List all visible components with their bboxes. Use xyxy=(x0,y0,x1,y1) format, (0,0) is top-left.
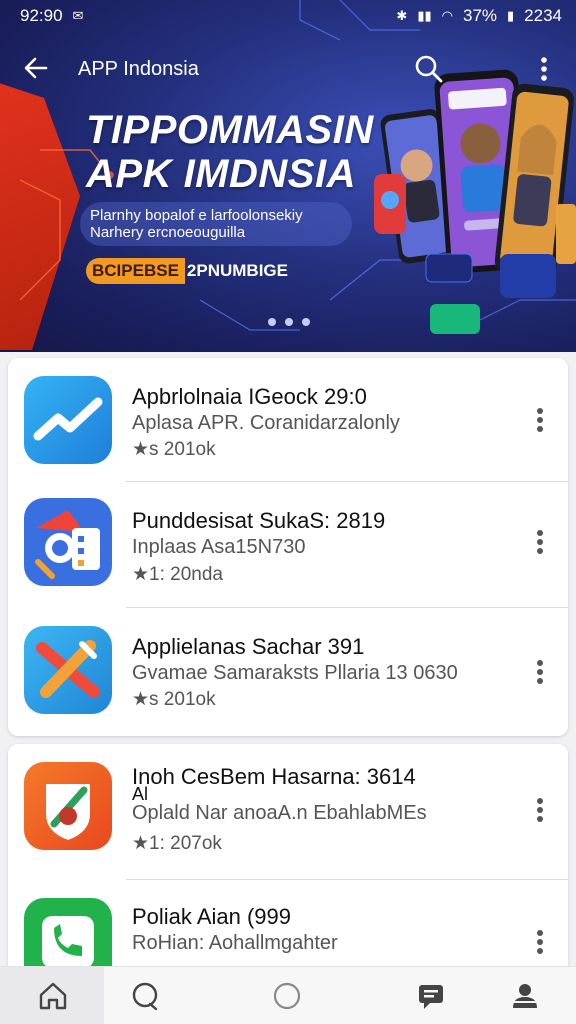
hero-headline: TIPPOMMASIN APK IMDNSIA xyxy=(86,108,374,196)
hero-headline-line1: TIPPOMMASIN xyxy=(86,108,374,152)
shield-icon xyxy=(24,762,112,850)
message-icon[interactable] xyxy=(414,979,448,1013)
app-list-item[interactable]: Poliak Aian (999 RoHian: Aohallmgahter xyxy=(8,880,568,986)
app-name: Punddesisat SukaS: 2819 xyxy=(132,508,386,533)
app-description: RoHian: Aohallmgahter xyxy=(132,932,338,954)
item-more-icon[interactable] xyxy=(530,658,550,688)
more-options-icon[interactable] xyxy=(532,54,556,84)
app-rating: ★1: 207ok xyxy=(132,833,222,854)
carousel-dot[interactable] xyxy=(302,318,310,326)
hero-promo[interactable]: BCIPEBSE 2PNUMBIGE xyxy=(86,258,288,284)
search-icon[interactable] xyxy=(412,52,446,86)
status-bar: 92:90 ✉ ✱ ▮▮ ◠ 37% ▮ 2234 xyxy=(0,0,576,32)
signal-icon: ▮▮ xyxy=(417,8,432,23)
app-list-item[interactable]: Punddesisat SukaS: 2819 Inplaas Asa15N73… xyxy=(8,482,568,608)
item-more-icon[interactable] xyxy=(530,796,550,826)
item-more-icon[interactable] xyxy=(530,406,550,436)
hero-description-pill: Plarnhy bopalof e larfoolonsekiy Narhery… xyxy=(80,202,352,246)
app-rating: ★s 201ok xyxy=(132,689,216,710)
circle-icon[interactable] xyxy=(270,979,304,1013)
app-list-item[interactable]: Applielanas Sachar 391 Gvamae Samaraksts… xyxy=(8,608,568,736)
status-time: 92:90 xyxy=(20,6,63,25)
status-clock: 2234 xyxy=(524,6,562,25)
profile-icon[interactable] xyxy=(508,979,542,1013)
app-description: Gvamae Samaraksts Pllaria 13 0630 xyxy=(132,662,458,684)
carousel-dot[interactable] xyxy=(268,318,276,326)
app-description: Aplasa APR. Coranidarzalonly xyxy=(132,412,400,434)
promo-text: 2PNUMBIGE xyxy=(186,261,288,280)
app-rating: ★s 201ok xyxy=(132,439,216,460)
app-description: Inplaas Asa15N730 xyxy=(132,536,306,558)
wifi-icon: ◠ xyxy=(441,8,453,23)
pencil-icon xyxy=(24,626,112,714)
app-list-item[interactable]: Apbrlolnaia IGeock 29:0 Aplasa APR. Cora… xyxy=(8,358,568,482)
app-rating: ★1: 20nda xyxy=(132,564,223,585)
back-arrow-icon[interactable] xyxy=(20,52,52,84)
battery-icon: ▮ xyxy=(507,8,515,23)
tools-icon xyxy=(24,498,112,586)
carousel-dot[interactable] xyxy=(285,318,293,326)
item-more-icon[interactable] xyxy=(530,528,550,558)
app-bar: APP Indonsia xyxy=(0,46,576,92)
app-bar-title: APP Indonsia xyxy=(78,58,199,80)
bottom-navigation xyxy=(0,966,576,1024)
battery-percent: 37% xyxy=(462,6,498,25)
app-name: Applielanas Sachar 391 xyxy=(132,634,365,659)
notification-icon: ✉ xyxy=(72,8,84,23)
app-description: Oplald Nar anoaA.n EbahlabMEs xyxy=(132,802,427,824)
trend-icon xyxy=(24,376,112,464)
app-name: Apbrlolnaia IGeock 29:0 xyxy=(132,384,367,409)
hero-description-line2: Narhery ercnoeouguilla xyxy=(90,224,246,241)
app-list-card: Apbrlolnaia IGeock 29:0 Aplasa APR. Cora… xyxy=(8,358,568,736)
chat-bubble-icon[interactable] xyxy=(128,979,162,1013)
phones-illustration xyxy=(374,69,576,334)
hero-headline-line2: APK IMDNSIA xyxy=(86,152,356,196)
app-list-item[interactable]: Inoh CesBem Hasarna: 3614 Al Oplald Nar … xyxy=(8,744,568,880)
home-icon[interactable] xyxy=(36,979,70,1013)
carousel-indicator[interactable] xyxy=(268,318,310,326)
app-name: Inoh CesBem Hasarna: 3614 xyxy=(132,764,416,789)
promo-tag: BCIPEBSE xyxy=(86,258,185,284)
app-list-card: Inoh CesBem Hasarna: 3614 Al Oplald Nar … xyxy=(8,744,568,986)
bluetooth-icon: ✱ xyxy=(396,8,408,23)
item-more-icon[interactable] xyxy=(530,928,550,958)
hero-description-line1: Plarnhy bopalof e larfoolonsekiy xyxy=(90,207,303,224)
app-name: Poliak Aian (999 xyxy=(132,904,291,929)
